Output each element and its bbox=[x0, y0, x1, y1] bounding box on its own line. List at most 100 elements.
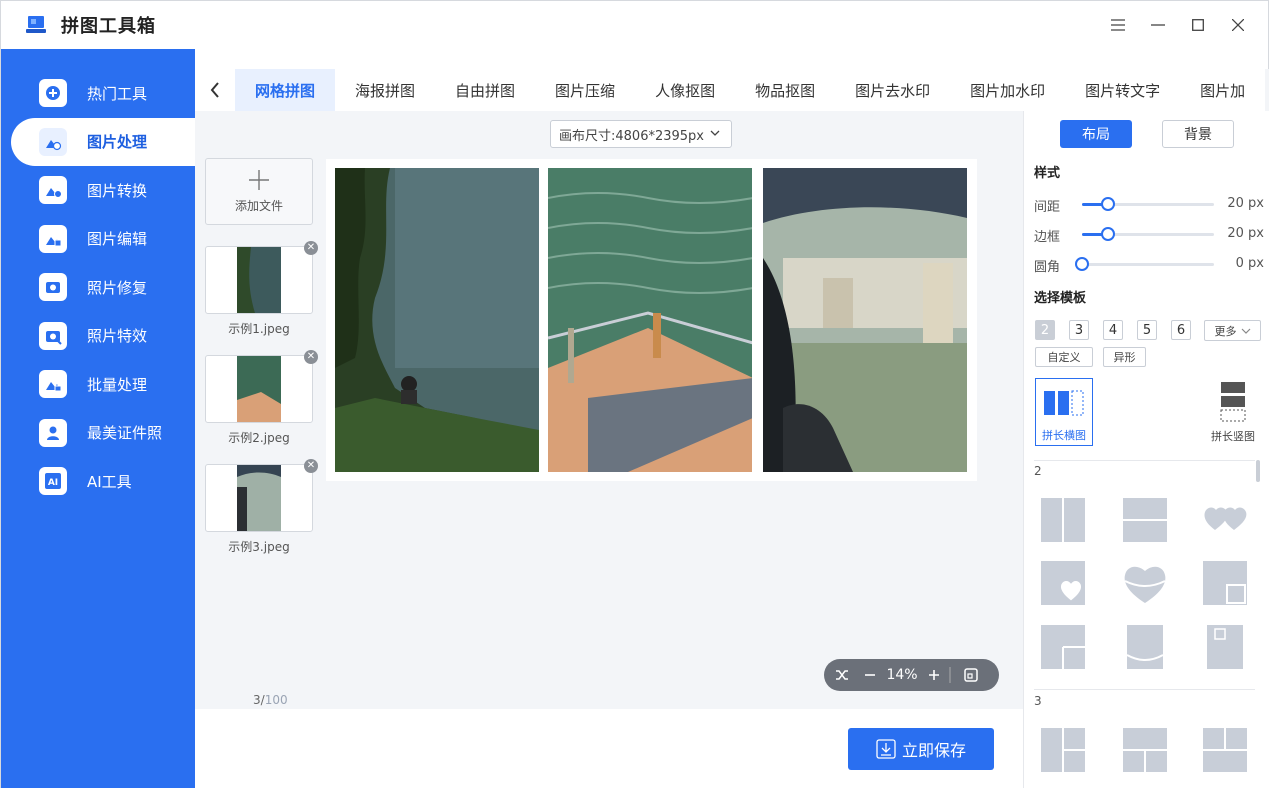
title-bar: 拼图工具箱 bbox=[1, 1, 1268, 49]
sidebar-item-photo-repair[interactable]: 照片修复 bbox=[1, 263, 195, 312]
back-chevron-icon[interactable] bbox=[195, 69, 235, 111]
tab-grid-collage[interactable]: 网格拼图 bbox=[235, 69, 336, 111]
template-2-heart[interactable] bbox=[1123, 561, 1167, 605]
template-2-heart-inset[interactable] bbox=[1041, 561, 1085, 605]
add-file-label: 添加文件 bbox=[234, 199, 283, 213]
thumbnail-image bbox=[237, 247, 281, 313]
remove-file-icon[interactable]: ✕ bbox=[304, 350, 318, 364]
slider-knob[interactable] bbox=[1101, 227, 1115, 241]
fit-screen-icon[interactable] bbox=[956, 668, 986, 682]
divider bbox=[1034, 460, 1255, 461]
template-3-top-big[interactable] bbox=[1123, 728, 1167, 772]
remove-file-icon[interactable]: ✕ bbox=[304, 241, 318, 255]
collage-photo-1[interactable] bbox=[335, 168, 539, 472]
save-button-label: 立即保存 bbox=[901, 741, 966, 760]
collage-photo-3[interactable] bbox=[763, 168, 967, 472]
sidebar-item-label: 照片修复 bbox=[87, 278, 148, 297]
long-horizontal-type[interactable]: 拼长横图 bbox=[1035, 378, 1093, 446]
shuffle-icon[interactable] bbox=[824, 669, 860, 681]
template-2-corner-inset[interactable] bbox=[1203, 561, 1247, 605]
hot-tools-icon bbox=[39, 79, 67, 108]
template-count-3[interactable]: 3 bbox=[1069, 320, 1089, 340]
canvas-size-select[interactable]: 画布尺寸:4806*2395px bbox=[550, 120, 732, 148]
slider-knob[interactable] bbox=[1101, 197, 1115, 211]
tab-image-add[interactable]: 图片加 bbox=[1180, 69, 1266, 111]
file-name: 示例1.jpeg bbox=[228, 322, 290, 336]
collage-canvas[interactable] bbox=[326, 159, 977, 481]
tabs-bar: 网格拼图 海报拼图 自由拼图 图片压缩 人像抠图 物品抠图 图片去水印 图片加水… bbox=[195, 69, 1269, 111]
sidebar-item-label: 热门工具 bbox=[87, 84, 148, 103]
sidebar-item-image-process[interactable]: 图片处理 bbox=[11, 117, 195, 166]
template-3-left-big[interactable] bbox=[1041, 728, 1085, 772]
template-section-title: 选择模板 bbox=[1034, 291, 1087, 306]
border-value: 20 px bbox=[1227, 226, 1264, 241]
add-file-button[interactable]: 添加文件 bbox=[205, 158, 313, 225]
more-templates-select[interactable]: 更多 bbox=[1204, 320, 1261, 341]
sidebar-item-image-edit[interactable]: 图片编辑 bbox=[1, 215, 195, 264]
custom-template-button[interactable]: 自定义 bbox=[1035, 347, 1093, 367]
slider-knob[interactable] bbox=[1075, 257, 1089, 271]
remove-file-icon[interactable]: ✕ bbox=[304, 459, 318, 473]
tab-remove-watermark[interactable]: 图片去水印 bbox=[835, 69, 951, 111]
file-name: 示例2.jpeg bbox=[228, 431, 290, 445]
tab-free-collage[interactable]: 自由拼图 bbox=[435, 69, 536, 111]
app-title: 拼图工具箱 bbox=[61, 16, 156, 37]
minimize-icon[interactable] bbox=[1138, 1, 1178, 49]
sidebar-item-label: 图片转换 bbox=[87, 181, 148, 200]
tab-image-to-text[interactable]: 图片转文字 bbox=[1065, 69, 1181, 111]
close-icon[interactable] bbox=[1218, 1, 1258, 49]
vertical-type-label: 拼长竖图 bbox=[1211, 430, 1255, 443]
template-3-bottom-big[interactable] bbox=[1203, 728, 1247, 772]
sidebar-item-image-convert[interactable]: 图片转换 bbox=[1, 166, 195, 215]
thumbnail-image bbox=[237, 465, 281, 531]
scrollbar[interactable] bbox=[1256, 460, 1260, 482]
tab-layout[interactable]: 布局 bbox=[1060, 120, 1132, 148]
tab-add-watermark[interactable]: 图片加水印 bbox=[950, 69, 1066, 111]
template-count-4[interactable]: 4 bbox=[1103, 320, 1123, 340]
zoom-in-icon[interactable] bbox=[924, 669, 944, 681]
app-window: 拼图工具箱 热门工具 图片处理 图片转换 图片编辑 照片修复 照片特效 批量处理… bbox=[0, 0, 1269, 788]
tab-poster-collage[interactable]: 海报拼图 bbox=[335, 69, 436, 111]
canvas-size-label: 画布尺寸:4806*2395px bbox=[559, 128, 704, 144]
tab-object-cutout[interactable]: 物品抠图 bbox=[735, 69, 836, 111]
template-2-l-shape[interactable] bbox=[1041, 625, 1085, 669]
file-thumbnail-1[interactable]: ✕ bbox=[205, 241, 318, 314]
sidebar-item-hot-tools[interactable]: 热门工具 bbox=[1, 69, 195, 118]
settings-panel: 布局 背景 样式 间距 20 px 边框 20 px 圆角 0 px 选择模板 … bbox=[1023, 111, 1269, 788]
zoom-out-icon[interactable] bbox=[860, 669, 880, 681]
ai-tools-icon: AI bbox=[39, 467, 67, 496]
save-now-button[interactable]: 立即保存 bbox=[848, 728, 994, 770]
template-2-vertical-split[interactable] bbox=[1041, 498, 1085, 542]
template-count-6[interactable]: 6 bbox=[1171, 320, 1191, 340]
sidebar-item-batch-process[interactable]: 批量处理 bbox=[1, 360, 195, 409]
plus-icon bbox=[249, 170, 269, 190]
special-shape-button[interactable]: 异形 bbox=[1103, 347, 1146, 367]
menu-icon[interactable] bbox=[1098, 1, 1138, 49]
chevron-down-icon bbox=[1241, 328, 1250, 334]
collage-photo-2[interactable] bbox=[548, 168, 752, 472]
template-2-small-inset[interactable] bbox=[1203, 625, 1247, 669]
collage-photo-2-image bbox=[548, 168, 752, 472]
thumbnail-image bbox=[237, 356, 281, 422]
template-count-5[interactable]: 5 bbox=[1137, 320, 1157, 340]
template-2-hearts[interactable] bbox=[1203, 498, 1247, 542]
horizontal-type-label: 拼长横图 bbox=[1042, 429, 1086, 442]
border-slider[interactable]: 边框 20 px bbox=[1034, 224, 1264, 245]
template-2-horizontal-split[interactable] bbox=[1123, 498, 1167, 542]
template-2-curve[interactable] bbox=[1123, 625, 1167, 669]
tab-background[interactable]: 背景 bbox=[1162, 120, 1234, 148]
spacing-slider[interactable]: 间距 20 px bbox=[1034, 194, 1264, 215]
radius-slider[interactable]: 圆角 0 px bbox=[1034, 254, 1264, 275]
tab-image-compress[interactable]: 图片压缩 bbox=[535, 69, 636, 111]
file-thumbnail-2[interactable]: ✕ bbox=[205, 350, 318, 423]
maximize-icon[interactable] bbox=[1178, 1, 1218, 49]
spacing-value: 20 px bbox=[1227, 196, 1264, 211]
sidebar-item-ai-tools[interactable]: AI AI工具 bbox=[1, 457, 195, 506]
file-thumbnail-3[interactable]: ✕ bbox=[205, 459, 318, 532]
sidebar-item-photo-effects[interactable]: 照片特效 bbox=[1, 312, 195, 361]
sidebar-item-id-photo[interactable]: 最美证件照 bbox=[1, 409, 195, 458]
tab-portrait-cutout[interactable]: 人像抠图 bbox=[635, 69, 736, 111]
long-vertical-type[interactable]: 拼长竖图 bbox=[1204, 378, 1262, 446]
spacing-label: 间距 bbox=[1034, 200, 1061, 215]
template-count-2[interactable]: 2 bbox=[1035, 320, 1055, 340]
